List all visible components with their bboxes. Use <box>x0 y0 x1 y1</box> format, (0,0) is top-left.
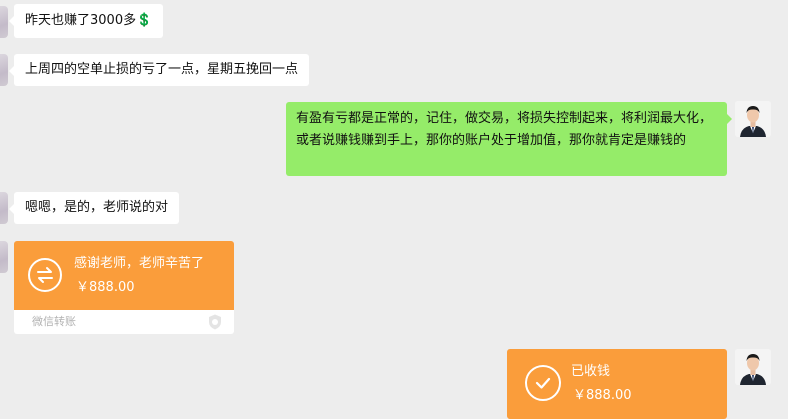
transfer-received-card[interactable]: 已收钱 ￥888.00 <box>507 349 727 419</box>
shield-icon <box>209 314 221 330</box>
transfer-arrows-icon <box>28 258 62 292</box>
user-avatar[interactable] <box>735 101 771 137</box>
message-text: 有盈有亏都是正常的，记住，做交易，将损失控制起来，将利润最大化，或者说赚钱赚到手… <box>296 111 713 148</box>
contact-avatar[interactable] <box>0 192 8 224</box>
message-bubble[interactable]: 嗯嗯，是的，老师说的对 <box>8 192 180 224</box>
transfer-title: 感谢老师，老师辛苦了 <box>74 256 205 271</box>
message-text: 上周四的空单止损的亏了一点，星期五挽回一点 <box>25 62 299 77</box>
contact-avatar[interactable] <box>0 6 8 38</box>
transfer-card-body: 已收钱 ￥888.00 <box>507 349 727 419</box>
transfer-footer: 微信转账 <box>14 310 234 334</box>
message-bubble-self[interactable]: 有盈有亏都是正常的，记住，做交易，将损失控制起来，将利润最大化，或者说赚钱赚到手… <box>286 102 732 176</box>
message-text: 嗯嗯，是的，老师说的对 <box>25 200 169 215</box>
transfer-card[interactable]: 感谢老师，老师辛苦了 ￥888.00 微信转账 <box>14 241 234 334</box>
user-avatar[interactable] <box>735 349 771 385</box>
transfer-amount: ￥888.00 <box>573 388 632 403</box>
transfer-amount: ￥888.00 <box>76 280 135 295</box>
message-text: 昨天也赚了3000多💲 <box>25 13 153 28</box>
message-bubble[interactable]: 上周四的空单止损的亏了一点，星期五挽回一点 <box>8 54 310 86</box>
contact-avatar[interactable] <box>0 241 8 273</box>
transfer-title: 已收钱 <box>571 364 611 379</box>
transfer-card-body: 感谢老师，老师辛苦了 ￥888.00 <box>14 241 234 310</box>
contact-avatar[interactable] <box>0 54 8 86</box>
transfer-footer-label: 微信转账 <box>32 315 76 328</box>
message-bubble[interactable]: 昨天也赚了3000多💲 <box>8 4 164 38</box>
check-icon <box>525 365 561 401</box>
